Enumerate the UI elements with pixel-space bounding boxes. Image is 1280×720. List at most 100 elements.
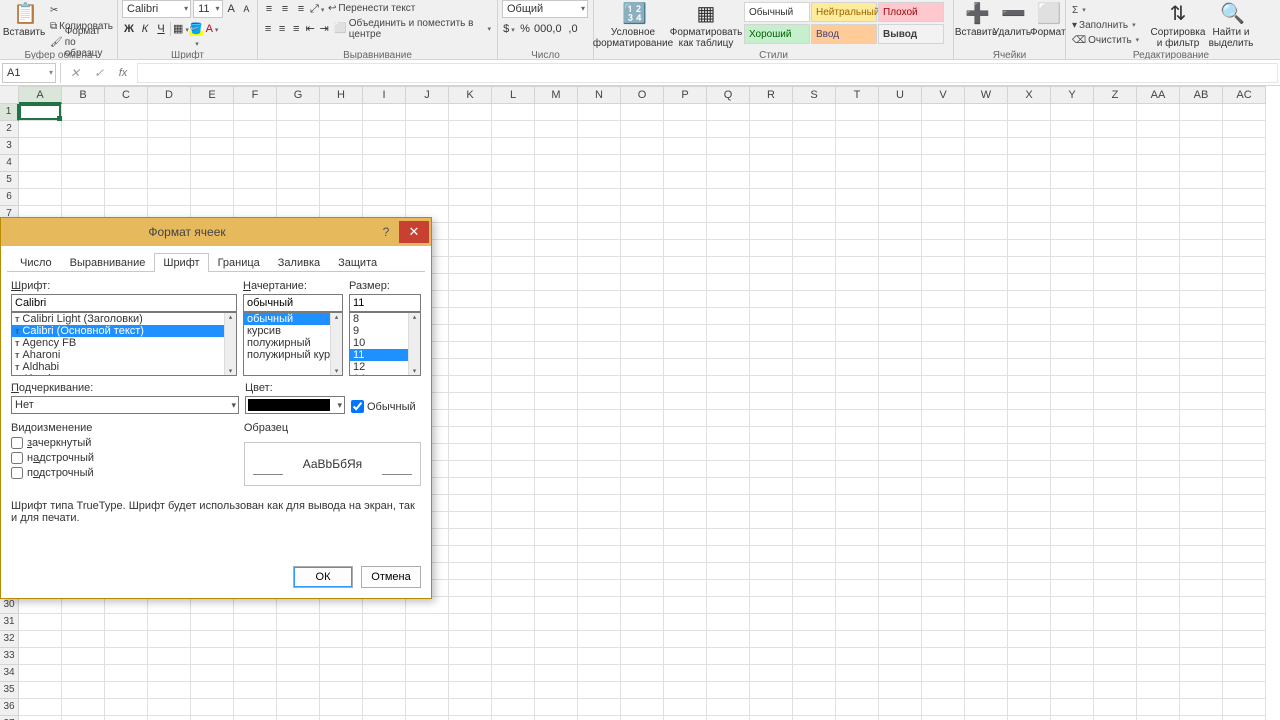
font-size-combo[interactable]: 11	[193, 0, 222, 18]
accept-formula-icon[interactable]: ✓	[89, 63, 109, 83]
col-head-S[interactable]: S	[793, 86, 836, 104]
row-head-6[interactable]: 6	[0, 189, 19, 206]
col-head-N[interactable]: N	[578, 86, 621, 104]
scrollbar[interactable]	[224, 313, 236, 375]
col-head-P[interactable]: P	[664, 86, 707, 104]
dialog-help-button[interactable]: ?	[373, 221, 399, 243]
font-name-input[interactable]	[11, 294, 237, 312]
col-head-O[interactable]: O	[621, 86, 664, 104]
style-list-item[interactable]: обычный	[244, 313, 330, 325]
size-list[interactable]: 8910111214	[349, 312, 421, 376]
inc-decimal-icon[interactable]: ,0	[550, 22, 564, 36]
col-head-F[interactable]: F	[234, 86, 277, 104]
col-head-C[interactable]: C	[105, 86, 148, 104]
row-head-34[interactable]: 34	[0, 665, 19, 682]
fx-button[interactable]: fx	[113, 63, 133, 83]
col-head-W[interactable]: W	[965, 86, 1008, 104]
font-list-item[interactable]: Aharoni	[12, 349, 224, 361]
dialog-tab-2[interactable]: Шрифт	[154, 253, 208, 272]
col-head-J[interactable]: J	[406, 86, 449, 104]
scrollbar[interactable]	[408, 313, 420, 375]
cancel-button[interactable]: Отмена	[361, 566, 421, 588]
currency-icon[interactable]: $	[502, 22, 516, 36]
dialog-close-button[interactable]: ✕	[399, 221, 429, 243]
col-head-G[interactable]: G	[277, 86, 320, 104]
percent-icon[interactable]: %	[518, 22, 532, 36]
col-head-L[interactable]: L	[492, 86, 535, 104]
row-head-32[interactable]: 32	[0, 631, 19, 648]
col-head-V[interactable]: V	[922, 86, 965, 104]
style-list-item[interactable]: полужирный курсив	[244, 349, 330, 361]
font-list-item[interactable]: Calibri (Основной текст)	[12, 325, 224, 337]
col-head-A[interactable]: A	[19, 86, 62, 104]
align-left-icon[interactable]: ≡	[262, 22, 274, 36]
column-headers[interactable]: ABCDEFGHIJKLMNOPQRSTUVWXYZAAABAC	[19, 86, 1266, 104]
paste-button[interactable]: 📋 Вставить	[4, 1, 44, 49]
bold-button[interactable]: Ж	[122, 22, 136, 36]
col-head-M[interactable]: M	[535, 86, 578, 104]
format-painter-button[interactable]: 🖌Формат по образцу	[48, 35, 115, 49]
increase-font-icon[interactable]: A	[225, 2, 238, 16]
style-list-item[interactable]: курсив	[244, 325, 330, 337]
row-head-30[interactable]: 30	[0, 597, 19, 614]
col-head-I[interactable]: I	[363, 86, 406, 104]
normal-font-checkbox[interactable]: Обычный	[351, 400, 416, 413]
col-head-E[interactable]: E	[191, 86, 234, 104]
size-list-item[interactable]: 9	[350, 325, 408, 337]
row-head-37[interactable]: 37	[0, 716, 19, 720]
fill-color-button[interactable]: 🪣	[189, 22, 203, 36]
superscript-checkbox[interactable]: надстрочный	[11, 452, 238, 464]
col-head-K[interactable]: K	[449, 86, 492, 104]
dec-decimal-icon[interactable]: ,0	[566, 22, 580, 36]
col-head-AB[interactable]: AB	[1180, 86, 1223, 104]
font-style-input[interactable]	[243, 294, 343, 312]
align-top-icon[interactable]: ≡	[262, 2, 276, 16]
col-head-AA[interactable]: AA	[1137, 86, 1180, 104]
dialog-tab-4[interactable]: Заливка	[269, 253, 329, 272]
dialog-tab-0[interactable]: Число	[11, 253, 61, 272]
row-head-33[interactable]: 33	[0, 648, 19, 665]
size-list-item[interactable]: 12	[350, 361, 408, 373]
style-bad[interactable]: Плохой	[878, 2, 944, 22]
underline-button[interactable]: Ч	[154, 22, 168, 36]
style-output[interactable]: Вывод	[878, 24, 944, 44]
size-list-item[interactable]: 10	[350, 337, 408, 349]
dialog-titlebar[interactable]: Формат ячеек ? ✕	[1, 218, 431, 246]
row-head-31[interactable]: 31	[0, 614, 19, 631]
col-head-U[interactable]: U	[879, 86, 922, 104]
font-list-item[interactable]: Calibri Light (Заголовки)	[12, 313, 224, 325]
row-head-5[interactable]: 5	[0, 172, 19, 189]
size-list-item[interactable]: 14	[350, 373, 408, 376]
dialog-tab-3[interactable]: Граница	[209, 253, 269, 272]
clear-button[interactable]: ⌫Очистить	[1070, 33, 1150, 47]
indent-dec-icon[interactable]: ⇤	[304, 22, 316, 36]
strikethrough-checkbox[interactable]: зачеркнутый	[11, 437, 238, 449]
dialog-tab-1[interactable]: Выравнивание	[61, 253, 155, 272]
col-head-H[interactable]: H	[320, 86, 363, 104]
font-list-item[interactable]: Agency FB	[12, 337, 224, 349]
font-size-input[interactable]	[349, 294, 421, 312]
font-name-combo[interactable]: Calibri	[122, 0, 191, 18]
subscript-checkbox[interactable]: подстрочный	[11, 467, 238, 479]
comma-icon[interactable]: 000	[534, 22, 548, 36]
row-head-2[interactable]: 2	[0, 121, 19, 138]
style-list-item[interactable]: полужирный	[244, 337, 330, 349]
orientation-icon[interactable]: ⤢	[310, 2, 324, 16]
wrap-text-button[interactable]: ↩Перенести текст	[326, 2, 417, 16]
font-list[interactable]: Calibri Light (Заголовки)Calibri (Основн…	[11, 312, 237, 376]
autosum-button[interactable]: Σ	[1070, 3, 1150, 17]
col-head-X[interactable]: X	[1008, 86, 1051, 104]
fill-button[interactable]: ▾Заполнить	[1070, 18, 1150, 32]
col-head-T[interactable]: T	[836, 86, 879, 104]
row-head-35[interactable]: 35	[0, 682, 19, 699]
decrease-font-icon[interactable]: A	[240, 2, 253, 16]
border-button[interactable]: ▦	[173, 22, 187, 36]
align-bottom-icon[interactable]: ≡	[294, 2, 308, 16]
dialog-tab-5[interactable]: Защита	[329, 253, 386, 272]
style-neutral[interactable]: Нейтральный	[811, 2, 877, 22]
row-head-36[interactable]: 36	[0, 699, 19, 716]
row-head-4[interactable]: 4	[0, 155, 19, 172]
col-head-Q[interactable]: Q	[707, 86, 750, 104]
align-middle-icon[interactable]: ≡	[278, 2, 292, 16]
col-head-R[interactable]: R	[750, 86, 793, 104]
